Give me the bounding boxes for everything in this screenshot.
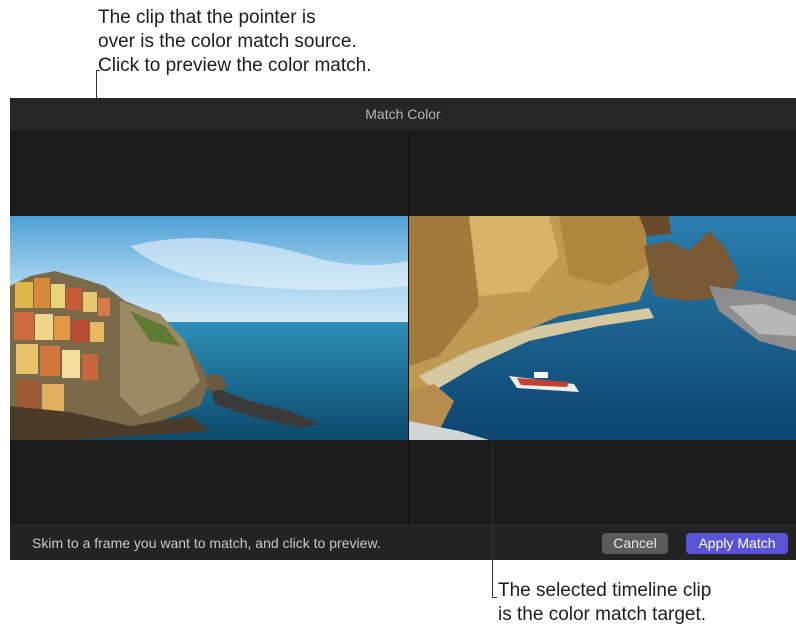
target-clip-viewer [409,216,796,440]
target-callout: The selected timeline clip is the color … [498,579,711,627]
target-callout-line-2: is the color match target. [498,604,707,625]
source-clip-image [10,216,408,440]
source-callout-line-3: Click to preview the color match. [98,55,372,76]
source-callout-line-2: over is the color match source. [98,31,357,52]
instruction-hint: Skim to a frame you want to match, and c… [32,535,381,551]
target-leader-line [492,441,493,598]
source-clip-viewer[interactable] [10,216,408,440]
source-callout: The clip that the pointer is over is the… [98,6,372,78]
footer-bar: Skim to a frame you want to match, and c… [10,525,796,560]
source-leader-cap [96,70,100,71]
match-color-window: Match Color Skim to a frame you want to … [10,98,796,560]
cancel-button[interactable]: Cancel [602,533,668,554]
apply-match-button[interactable]: Apply Match [686,533,788,554]
window-title: Match Color [10,98,796,132]
target-callout-line-1: The selected timeline clip [498,580,712,601]
target-leader-cap [492,597,497,598]
source-callout-line-1: The clip that the pointer is [98,7,316,28]
target-clip-image [409,216,796,440]
